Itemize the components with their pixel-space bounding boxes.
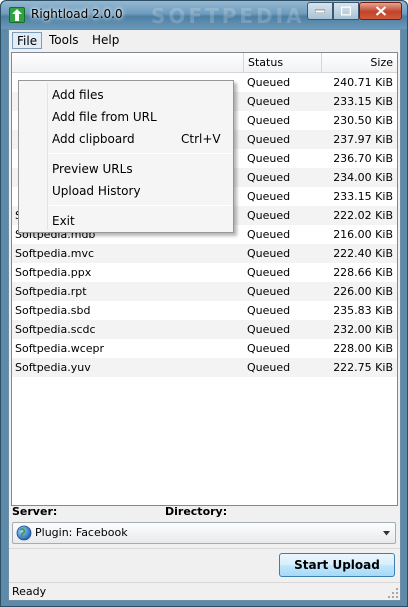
- status-cell: Queued: [247, 152, 291, 165]
- status-cell: Queued: [247, 342, 291, 355]
- column-header-name[interactable]: [12, 53, 244, 73]
- menu-item-label: Add clipboard: [52, 132, 135, 146]
- table-row[interactable]: Softpedia.ppx Queued 228.66 KiB: [12, 263, 397, 282]
- table-row[interactable]: Softpedia.sbd Queued 235.83 KiB: [12, 301, 397, 320]
- status-cell: Queued: [247, 114, 291, 127]
- table-row[interactable]: Softpedia.mvc Queued 222.40 KiB: [12, 244, 397, 263]
- divider: [9, 548, 400, 549]
- menu-item-label: Add files: [52, 88, 104, 102]
- menu-item-add-clipboard[interactable]: Add clipboard Ctrl+V: [21, 128, 231, 150]
- table-row[interactable]: Softpedia.yuv Queued 222.75 KiB: [12, 358, 397, 377]
- watermark: SOFTPEDIA: [151, 4, 305, 28]
- status-cell: Queued: [247, 133, 291, 146]
- menu-help[interactable]: Help: [88, 32, 123, 49]
- size-cell: 222.75 KiB: [333, 361, 393, 374]
- start-upload-button[interactable]: Start Upload: [279, 553, 395, 577]
- column-header-status[interactable]: Status: [244, 53, 322, 73]
- menu-item-label: Add file from URL: [52, 110, 157, 124]
- size-cell: 233.15 KiB: [333, 95, 393, 108]
- status-cell: Queued: [247, 266, 291, 279]
- status-cell: Queued: [247, 95, 291, 108]
- menu-item-add-files[interactable]: Add files: [21, 84, 231, 106]
- size-cell: 228.00 KiB: [333, 342, 393, 355]
- menu-item-upload-history[interactable]: Upload History: [21, 180, 231, 202]
- menu-item-label: Upload History: [52, 184, 141, 198]
- file-name-cell: Softpedia.rpt: [15, 285, 87, 298]
- menu-separator: [49, 153, 231, 154]
- size-cell: 230.50 KiB: [333, 114, 393, 127]
- column-header-size[interactable]: Size: [322, 53, 397, 73]
- menu-bar: File Tools Help: [9, 30, 400, 50]
- size-cell: 226.00 KiB: [333, 285, 393, 298]
- directory-label: Directory:: [165, 505, 228, 518]
- client-area: File Tools Help Status Size Queued 240.71…: [8, 29, 401, 601]
- status-cell: Queued: [247, 171, 291, 184]
- menu-item-preview-urls[interactable]: Preview URLs: [21, 158, 231, 180]
- file-name-cell: Softpedia.ppx: [15, 266, 92, 279]
- size-cell: 232.00 KiB: [333, 323, 393, 336]
- status-cell: Queued: [247, 323, 291, 336]
- size-cell: 233.15 KiB: [333, 190, 393, 203]
- chevron-down-icon: [383, 531, 390, 536]
- size-cell: 237.97 KiB: [333, 133, 393, 146]
- file-name-cell: Softpedia.wcepr: [15, 342, 105, 355]
- file-name-cell: Softpedia.scdc: [15, 323, 96, 336]
- maximize-button[interactable]: [333, 2, 359, 20]
- size-cell: 236.70 KiB: [333, 152, 393, 165]
- size-cell: 234.00 KiB: [333, 171, 393, 184]
- size-cell: 222.02 KiB: [333, 209, 393, 222]
- server-label: Server:: [12, 505, 58, 518]
- status-cell: Queued: [247, 247, 291, 260]
- status-cell: Queued: [247, 361, 291, 374]
- table-row[interactable]: Softpedia.rpt Queued 226.00 KiB: [12, 282, 397, 301]
- minimize-button[interactable]: [307, 2, 333, 20]
- size-cell: 222.40 KiB: [333, 247, 393, 260]
- menu-item-label: Preview URLs: [52, 162, 133, 176]
- size-cell: 216.00 KiB: [333, 228, 393, 241]
- menu-item-add-file-url[interactable]: Add file from URL: [21, 106, 231, 128]
- file-name-cell: Softpedia.mvc: [15, 247, 95, 260]
- file-name-cell: Softpedia.sbd: [15, 304, 91, 317]
- title-bar[interactable]: Rightload 2.0.0 SOFTPEDIA: [1, 1, 407, 29]
- menu-item-shortcut: Ctrl+V: [181, 132, 221, 146]
- list-header: Status Size: [12, 53, 397, 73]
- menu-item-label: Exit: [52, 214, 75, 228]
- resize-grip-icon[interactable]: [387, 587, 399, 599]
- table-row[interactable]: Softpedia.wcepr Queued 228.00 KiB: [12, 339, 397, 358]
- status-cell: Queued: [247, 228, 291, 241]
- size-cell: 235.83 KiB: [333, 304, 393, 317]
- plugin-select[interactable]: Plugin: Facebook: [12, 522, 396, 544]
- plugin-select-value: Plugin: Facebook: [35, 526, 128, 539]
- table-row[interactable]: Softpedia.scdc Queued 232.00 KiB: [12, 320, 397, 339]
- globe-icon: [16, 525, 32, 541]
- status-cell: Queued: [247, 209, 291, 222]
- size-cell: 240.71 KiB: [333, 76, 393, 89]
- menu-tools[interactable]: Tools: [45, 32, 83, 49]
- close-button[interactable]: [359, 2, 402, 20]
- size-cell: 228.66 KiB: [333, 266, 393, 279]
- upload-arrow-icon: [9, 7, 25, 23]
- file-menu-dropdown: Add files Add file from URL Add clipboar…: [18, 80, 234, 233]
- window-title: Rightload 2.0.0: [31, 7, 123, 21]
- menu-separator: [49, 205, 231, 206]
- menu-item-exit[interactable]: Exit: [21, 210, 231, 232]
- status-cell: Queued: [247, 304, 291, 317]
- status-text: Ready: [12, 585, 47, 598]
- status-bar: Ready: [9, 582, 400, 600]
- status-cell: Queued: [247, 190, 291, 203]
- status-cell: Queued: [247, 285, 291, 298]
- status-cell: Queued: [247, 76, 291, 89]
- app-window: Rightload 2.0.0 SOFTPEDIA File Tools Hel…: [0, 0, 408, 607]
- file-name-cell: Softpedia.yuv: [15, 361, 91, 374]
- menu-file[interactable]: File: [12, 32, 43, 49]
